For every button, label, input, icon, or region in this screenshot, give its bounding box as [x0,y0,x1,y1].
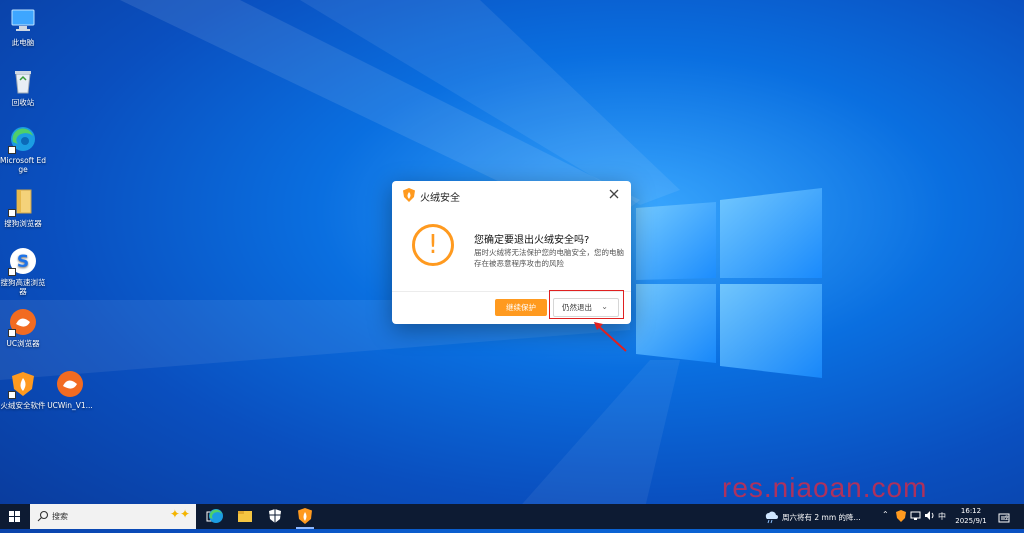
desktop-icon-huorong[interactable]: 火绒安全软件 [0,369,46,410]
folder-icon [238,511,252,522]
desktop-icon-ucwin[interactable]: UCWin_V1... [47,369,93,410]
taskbar-file-explorer[interactable] [230,504,260,529]
desktop-icon-uc-browser[interactable]: UC浏览器 [0,307,46,348]
rain-cloud-icon [765,511,778,524]
notification-center-button[interactable]: 2 [998,510,1010,523]
desktop-icon-label: 搜狗高速浏览器 [0,278,46,296]
weather-text: 周六将有 2 mm 的降... [782,513,861,522]
chevron-down-icon[interactable]: ⌄ [601,302,608,311]
svg-text:S: S [17,252,29,272]
dialog-title: 火绒安全 [420,193,460,204]
annotation-arrow-icon [594,322,627,352]
computer-icon [8,6,38,36]
warning-icon: ! [412,224,454,266]
dialog-description: 届时火绒将无法保护您的电脑安全，您的电脑存在被恶意程序攻击的风险 [474,248,624,268]
clock-date: 2025/9/1 [955,517,987,525]
shortcut-arrow-icon [8,391,16,399]
dialog-heading: 您确定要退出火绒安全吗? [474,235,590,246]
shortcut-arrow-icon [8,268,16,276]
desktop-icon-label: 火绒安全软件 [0,401,46,410]
desktop-icon-sogou-browser[interactable]: 搜狗浏览器 [0,187,46,228]
sogou-icon: S [8,246,38,276]
edge-icon [8,124,38,154]
desktop-icon-label: 此电脑 [11,38,35,47]
ime-indicator[interactable]: 中 [938,511,946,522]
volume-icon[interactable] [924,510,935,521]
edge-icon [209,509,223,523]
huorong-logo-icon [403,188,415,202]
shortcut-arrow-icon [8,146,16,154]
dialog-titlebar[interactable]: 火绒安全 [392,181,631,209]
taskbar-search-box[interactable]: 搜索 ✦✦ [30,504,196,529]
chevron-up-icon[interactable]: ⌃ [882,510,889,519]
clock-time: 16:12 [960,507,982,515]
uc-browser-icon [55,369,85,399]
taskbar-edge[interactable] [201,504,231,529]
notification-count-badge: 2 [1005,515,1009,522]
huorong-shield-icon [298,508,312,524]
desktop-icon-label: Microsoft Edge [0,156,47,174]
exit-anyway-label: 仍然退出 [562,303,592,312]
shortcut-arrow-icon [8,209,16,217]
windows-start-icon[interactable] [0,504,30,529]
desktop-icon-recycle-bin[interactable]: 回收站 [0,66,46,107]
desktop-icon-label: UC浏览器 [6,339,40,348]
taskbar-weather-widget[interactable]: 周六将有 2 mm 的降... [760,504,872,529]
watermark-text: res.niaoan.com [722,472,928,503]
dialog-divider [392,291,631,292]
exit-anyway-button[interactable]: 仍然退出 ⌄ [553,298,619,317]
huorong-shield-icon [8,369,38,399]
taskbar-huorong[interactable] [290,504,320,529]
uc-browser-icon [8,307,38,337]
desktop-icon-label: UCWin_V1... [47,401,93,410]
huorong-tray-icon[interactable] [896,510,906,522]
continue-protection-button[interactable]: 继续保护 [495,299,547,316]
recycle-bin-icon [8,66,38,96]
shortcut-arrow-icon [8,329,16,337]
windows-security-icon [269,509,281,523]
sparkle-icon: ✦✦ [169,507,190,521]
desktop-icon-sogou-fast-browser[interactable]: S 搜狗高速浏览器 [0,246,46,296]
windows-logo-wallpaper [636,188,822,378]
search-placeholder: 搜索 [52,512,68,521]
desktop-icon-label: 搜狗浏览器 [4,219,42,228]
folder-icon [8,187,38,217]
taskbar: 搜索 ✦✦ 周六将有 2 mm 的降... ⌃ 中 16:12 2025/9/1… [0,504,1024,529]
close-icon[interactable] [607,187,621,201]
network-icon[interactable] [910,510,921,521]
exit-confirm-dialog: 火绒安全 ! 您确定要退出火绒安全吗? 届时火绒将无法保护您的电脑安全，您的电脑… [392,181,631,324]
desktop-icon-this-pc[interactable]: 此电脑 [0,6,46,47]
taskbar-clock[interactable]: 16:12 2025/9/1 [950,506,992,526]
desktop-icon-edge[interactable]: Microsoft Edge [0,124,46,174]
taskbar-security[interactable] [260,504,290,529]
search-icon [37,510,49,522]
desktop-icon-label: 回收站 [11,98,35,107]
